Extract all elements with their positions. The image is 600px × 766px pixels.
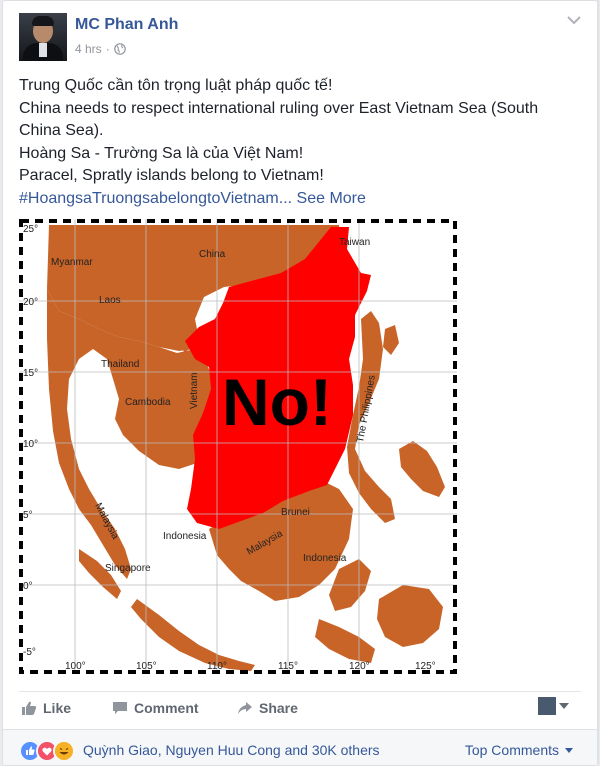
top-comments-dropdown[interactable]: Top Comments (465, 742, 573, 758)
thumbs-up-icon (22, 701, 37, 715)
map-label-indonesia-east: Indonesia (303, 553, 347, 564)
map-label-indonesia-west: Indonesia (163, 531, 207, 542)
map-label-brunei: Brunei (281, 507, 310, 518)
share-arrow-icon (238, 702, 252, 714)
lon-tick: 110° (207, 661, 227, 672)
page-avatar-mini (538, 697, 556, 715)
lat-tick: 5° (23, 510, 33, 521)
comment-label: Comment (134, 700, 199, 716)
reaction-icons[interactable] (19, 740, 75, 762)
lon-tick: 115° (278, 661, 298, 672)
caret-down-icon (559, 703, 569, 709)
haha-reaction-icon (53, 740, 75, 762)
post-line: Hoàng Sa - Trường Sa là của Việt Nam! (19, 144, 304, 162)
comment-button[interactable]: Comment (112, 700, 199, 716)
map-label-myanmar: Myanmar (51, 257, 93, 268)
share-as-selector[interactable] (538, 697, 569, 715)
reaction-summary[interactable]: Quỳnh Giao, Nguyen Huu Cong and 30K othe… (83, 742, 380, 758)
lon-tick: 105° (136, 661, 157, 672)
lat-tick: 20° (23, 297, 38, 308)
map-label-cambodia: Cambodia (125, 397, 171, 408)
map-label-thailand: Thailand (101, 359, 139, 370)
map-label-china: China (199, 249, 226, 260)
lat-tick: 15° (23, 368, 38, 379)
post-image-map[interactable]: No! Taiwan Myanmar China Laos Thailand C… (19, 219, 457, 674)
post-line: Paracel, Spratly islands belong to Vietn… (19, 167, 324, 184)
lat-tick: 10° (23, 439, 38, 450)
post-line: Trung Quốc cần tôn trọng luật pháp quốc … (19, 77, 333, 94)
dot-separator: · (105, 42, 110, 56)
map-label-taiwan: Taiwan (339, 237, 370, 248)
map-label-vietnam: Vietnam (189, 372, 200, 409)
post-line: China needs to respect international rul… (19, 99, 539, 140)
author-name[interactable]: MC Phan Anh (75, 16, 178, 34)
post-card: MC Phan Anh 4 hrs · Trung Quốc cần tôn t… (2, 0, 598, 766)
page-scrollbar[interactable] (597, 0, 599, 764)
lat-tick: -5° (23, 647, 36, 658)
post-meta: 4 hrs · (75, 42, 126, 56)
caret-down-icon (565, 747, 573, 753)
top-comments-label: Top Comments (464, 742, 559, 758)
post-text: Trung Quốc cần tôn trọng luật pháp quốc … (19, 75, 584, 210)
share-label: Share (259, 700, 298, 716)
lon-tick: 100° (65, 661, 86, 672)
map-label-singapore: Singapore (105, 563, 151, 574)
map-no-text: No! (222, 365, 332, 439)
lat-tick: 0° (23, 581, 33, 592)
comment-icon (113, 702, 127, 714)
like-label: Like (43, 700, 72, 716)
post-actions: Like Comment Share (19, 691, 581, 724)
globe-icon (113, 43, 126, 55)
author-avatar[interactable] (19, 13, 67, 61)
hashtag-link[interactable]: #HoangsaTruongsabelongtoVietnam (19, 190, 279, 207)
lon-tick: 125° (415, 661, 436, 672)
reactions-bar: Quỳnh Giao, Nguyen Huu Cong and 30K othe… (3, 729, 597, 765)
share-button[interactable]: Share (237, 700, 298, 716)
lat-tick: 25° (23, 224, 38, 235)
lon-tick: 120° (349, 661, 370, 672)
chevron-down-icon[interactable] (567, 15, 581, 25)
post-time[interactable]: 4 hrs (75, 42, 102, 56)
like-button[interactable]: Like (21, 700, 71, 716)
see-more-link[interactable]: ... See More (279, 190, 366, 207)
map-label-laos: Laos (99, 295, 121, 306)
